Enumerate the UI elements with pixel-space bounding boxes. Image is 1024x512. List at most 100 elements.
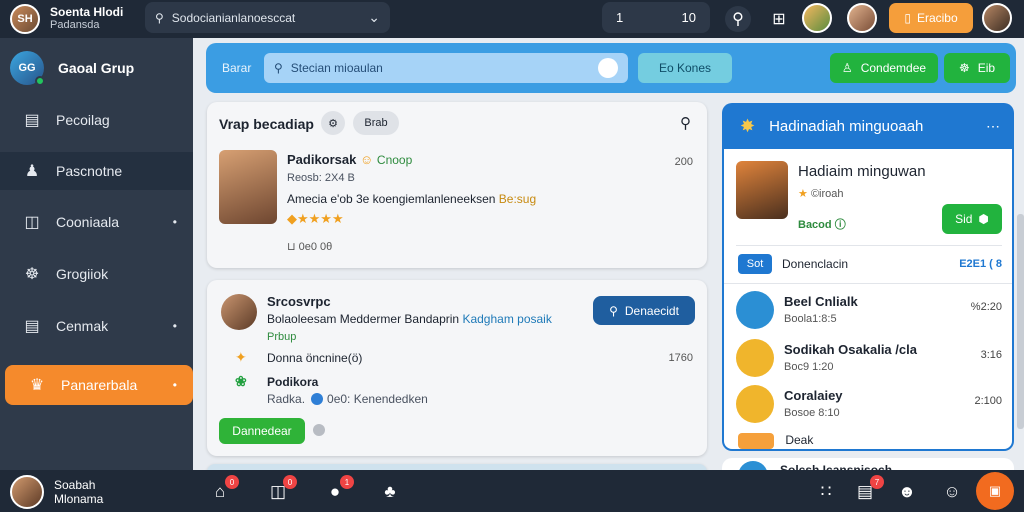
inbox-icon: ▤ <box>24 112 40 129</box>
activity-row-value: 1760 <box>668 351 693 364</box>
current-user[interactable]: SH Soenta Hlodi Padansda <box>0 4 140 34</box>
settings-icon[interactable]: ⚙ <box>321 111 345 135</box>
search-icon: ⚲ <box>609 303 618 318</box>
list-item-value: %2:20 <box>970 301 1002 313</box>
list-item-name: Deak <box>785 433 814 448</box>
list-item[interactable]: Beel Cnlialk Boola1:8:5 %2:20 <box>736 291 1004 331</box>
more-icon[interactable]: ⋯ <box>986 118 1000 135</box>
filter-chip[interactable]: Brab <box>353 111 399 135</box>
emoji-icon[interactable]: ☻ <box>895 480 919 504</box>
sidebar-item-pascnotne[interactable]: ♟ Pascnotne <box>0 152 193 190</box>
search-icon: ⚲ <box>274 61 283 75</box>
clover-icon[interactable]: ♣ <box>378 480 402 504</box>
featured-tag-text: Bacod <box>798 219 832 231</box>
activity-author-avatar[interactable] <box>221 294 257 330</box>
user-subtitle: Padansda <box>50 19 100 31</box>
bottom-user-avatar <box>10 475 44 509</box>
list-item-avatar <box>736 385 774 423</box>
scrollbar[interactable] <box>1017 214 1024 429</box>
activity-row[interactable]: ❀ Podikora <box>235 373 318 390</box>
featured-subtitle: ★ ©iroah <box>798 187 844 200</box>
sidebar-item-cenmak[interactable]: ▤ Cenmak • <box>0 306 193 346</box>
post-author-photo[interactable] <box>219 150 277 224</box>
document-icon: ▯ <box>904 11 911 25</box>
inbox-icon[interactable]: ▤ 7 <box>853 475 884 504</box>
activity-row-text: Donna öncnine(ö) <box>267 350 363 365</box>
more-dot-icon[interactable] <box>313 424 325 436</box>
activity-description: Bolaoleesam Meddermer Bandaprin Kadgham … <box>267 312 552 326</box>
list-item-avatar <box>736 339 774 377</box>
home-icon[interactable]: ⌂ 0 <box>208 475 239 504</box>
list-item[interactable]: Deak <box>738 433 813 449</box>
chevron-down-icon[interactable]: ⌄ <box>368 9 380 26</box>
bottom-bar: Soabah Mlonama ⌂ 0 ◫ 0 ● 1 ♣ ∷ ▤ 7 ☻ ☺ ▣ <box>0 470 1024 512</box>
featured-name[interactable]: Hadiaim minguwan <box>798 163 926 180</box>
activity-card: Srcosvrpc Bolaoleesam Meddermer Bandapri… <box>207 280 707 456</box>
list-item-sub: Bosoe 8:10 <box>784 407 840 419</box>
sidebar-item-label: Cenmak <box>56 318 109 334</box>
top-search-input[interactable]: ⚲ Sodocianianlanoesccat ⌄ <box>145 2 390 33</box>
grid-icon[interactable]: ⊞ <box>766 6 792 32</box>
top-action-label: Eracibo <box>916 11 958 25</box>
activity-row[interactable]: ✦ Donna öncnine(ö) 1760 <box>235 349 693 366</box>
sidebar-item-pecoilag[interactable]: ▤ Pecoilag <box>0 100 193 140</box>
profile-avatar[interactable] <box>982 3 1012 33</box>
user-avatar[interactable]: SH <box>10 4 40 34</box>
right-panel-title: Hadinadiah minguoaah <box>769 117 924 135</box>
list-item-name: Sodikah Osakalia /cla <box>784 342 917 357</box>
featured-photo[interactable] <box>736 161 788 219</box>
list-item[interactable]: Coralaiey Bosoe 8:10 2:100 <box>736 385 1004 425</box>
sidebar-item-label: Pecoilag <box>56 112 110 128</box>
search-icon[interactable]: ⚲ <box>680 114 691 132</box>
toolbar-button-kones[interactable]: Eo Kones <box>638 53 732 83</box>
activity-author-name[interactable]: Srcosvrpc <box>267 294 331 309</box>
toolbar-button-label: Condemdee <box>860 61 927 75</box>
chat-icon[interactable]: ● 1 <box>323 475 354 504</box>
group-avatar: GG <box>10 51 45 86</box>
top-counter[interactable]: 1 10 <box>602 2 710 33</box>
sidebar-item-cooniaala[interactable]: ◫ Cooniaala • <box>0 202 193 242</box>
toolbar-button-condemdee[interactable]: ♙ Condemdee <box>830 53 938 83</box>
featured-button[interactable]: Sid ⬢ <box>942 204 1002 234</box>
shop-icon[interactable]: ▣ <box>976 472 1014 510</box>
green-action-button[interactable]: Dannedear <box>219 418 305 444</box>
notification-badge: 0 <box>225 475 239 489</box>
list-item[interactable]: Sodikah Osakalia /cla Boc9 1:20 3:16 <box>736 339 1004 379</box>
author-tag: Cnoop <box>376 153 413 167</box>
bottom-user[interactable]: Soabah Mlonama <box>10 475 103 509</box>
post-author-name[interactable]: Padikorsak ☺ Cnoop <box>287 152 412 167</box>
leaf-icon: ❀ <box>235 373 247 389</box>
post-highlight[interactable]: Be:sug <box>499 192 536 206</box>
crown-icon: ♛ <box>29 377 45 394</box>
top-action-button[interactable]: ▯ Eracibo <box>889 3 973 33</box>
right-panel: Hadiaim minguwan ★ ©iroah Bacod ⓘ Sid ⬢ … <box>722 149 1014 451</box>
featured-tag: Bacod ⓘ <box>798 216 846 232</box>
status-dot-icon <box>311 393 324 405</box>
counter-label: 1 <box>616 10 624 25</box>
toolbar-search-placeholder: Stecian mioaulan <box>290 61 383 75</box>
tag-icon <box>738 433 774 449</box>
chart-icon: ▤ <box>24 318 40 335</box>
search-icon[interactable]: ⚲ <box>725 6 751 32</box>
group-header[interactable]: GG Gaoal Grup <box>0 46 193 90</box>
filter-pill[interactable]: Sot <box>738 254 772 274</box>
friend-avatar[interactable] <box>847 3 877 33</box>
notification-badge: 1 <box>340 475 354 489</box>
filter-bar: Sot Donenclacin E2E1 ( 8 <box>738 254 1002 274</box>
message-icon[interactable]: ◫ 0 <box>266 475 297 504</box>
sidebar-item-panarerbala[interactable]: ♛ Panarerbala • <box>5 365 193 405</box>
activity-row-text: 0e0: Kenendedken <box>327 392 428 406</box>
grid-icon[interactable]: ∷ <box>814 480 838 504</box>
card-title: Vrap becadiap <box>219 116 314 132</box>
activity-link[interactable]: Kadgham posaik <box>462 312 551 326</box>
online-dot <box>35 76 45 86</box>
toolbar-button-eib[interactable]: ☸ Eib <box>944 53 1010 83</box>
filter-count[interactable]: E2E1 ( 8 <box>959 258 1002 270</box>
smile-icon: ☺ <box>360 152 374 167</box>
chat-bubble-icon[interactable] <box>598 58 618 78</box>
activity-action-button[interactable]: ⚲ Denaecidt <box>593 296 695 325</box>
emoji-happy-icon[interactable]: ☺ <box>940 480 964 504</box>
toolbar-search-input[interactable]: ⚲ Stecian mioaulan <box>264 53 628 83</box>
sidebar-item-grogiiok[interactable]: ☸ Grogiiok <box>0 254 193 294</box>
friend-avatar[interactable] <box>802 3 832 33</box>
